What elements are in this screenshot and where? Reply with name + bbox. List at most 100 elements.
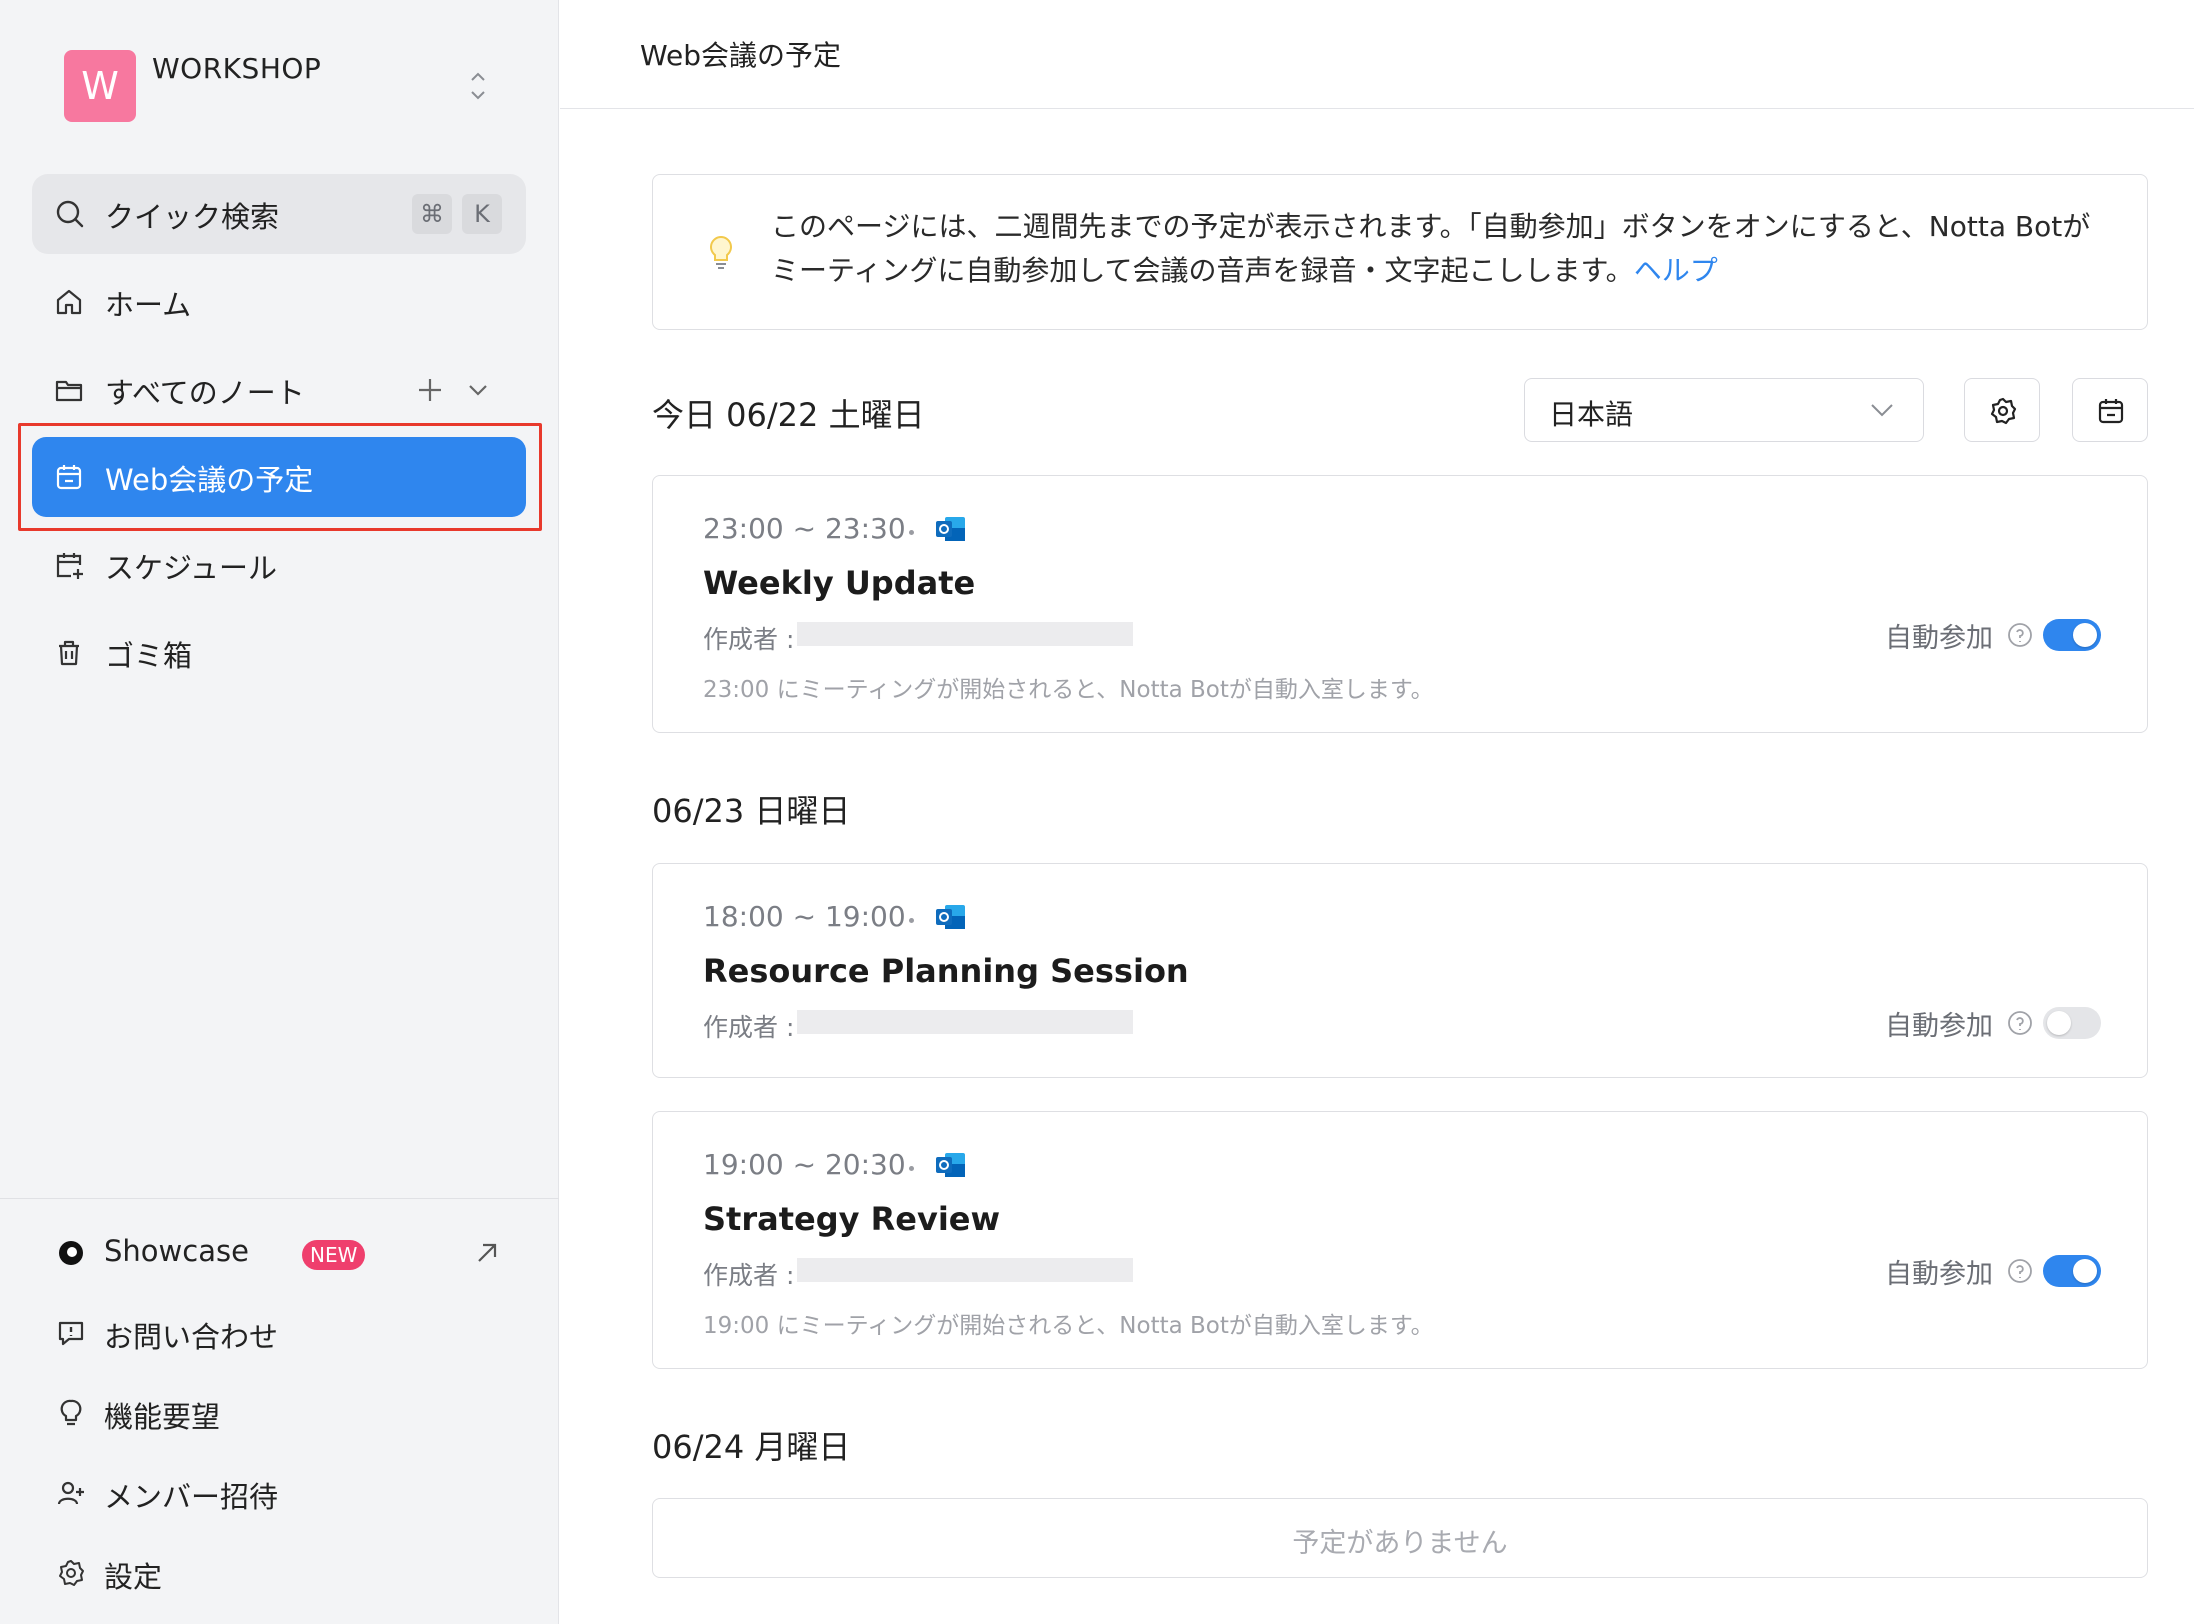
calendar-edit-icon — [56, 553, 83, 579]
sidebar-item-label: お問い合わせ — [104, 1320, 279, 1354]
sidebar-divider — [0, 1198, 559, 1199]
sidebar-item-settings[interactable]: 設定 — [52, 1548, 522, 1598]
auto-join-toggle[interactable] — [2043, 1007, 2101, 1039]
event-time: 23:00 ~ 23:30 — [703, 512, 906, 545]
folder-icon — [55, 380, 83, 402]
sidebar-item-label: ホーム — [105, 288, 192, 322]
event-card[interactable]: 23:00 ~ 23:30 Weekly Update 作成者 : 23:00 … — [652, 475, 2148, 733]
sidebar-item-label: メンバー招待 — [104, 1480, 279, 1514]
info-line-2: ミーティングに自動参加して会議の音声を録音・文字起こしします。 — [771, 254, 1634, 287]
event-card[interactable]: 19:00 ~ 20:30 Strategy Review 作成者 : 19:0… — [652, 1111, 2148, 1369]
redacted-creator — [797, 622, 1133, 646]
event-title: Strategy Review — [703, 1200, 1001, 1238]
showcase-logo-icon — [59, 1241, 83, 1265]
sidebar-item-schedule[interactable]: スケジュール — [32, 525, 526, 605]
sidebar-item-label: Web会議の予定 — [105, 463, 314, 497]
help-link[interactable]: ヘルプ — [1634, 254, 1718, 287]
top-bar: Web会議の予定 — [560, 0, 2194, 109]
separator-dot — [909, 530, 914, 535]
day-heading: 06/23 日曜日 — [652, 792, 851, 830]
event-creator-label: 作成者 : — [703, 1261, 795, 1290]
page-title: Web会議の予定 — [640, 39, 842, 72]
info-banner: このページには、二週間先までの予定が表示されます。「自動参加」ボタンをオンにする… — [652, 174, 2148, 330]
question-circle-icon[interactable] — [2007, 622, 2033, 648]
redacted-creator — [797, 1258, 1133, 1282]
redacted-creator — [797, 1010, 1133, 1034]
question-circle-icon[interactable] — [2007, 1258, 2033, 1284]
empty-schedule: 予定がありません — [652, 1498, 2148, 1578]
search-icon — [56, 200, 84, 228]
question-circle-icon[interactable] — [2007, 1010, 2033, 1036]
event-card[interactable]: 18:00 ~ 19:00 Resource Planning Session … — [652, 863, 2148, 1078]
sidebar-item-label: すべてのノート — [105, 376, 305, 410]
event-title: Resource Planning Session — [703, 952, 1189, 990]
new-badge: NEW — [302, 1240, 366, 1270]
user-plus-icon — [57, 1481, 84, 1505]
event-creator-label: 作成者 : — [703, 625, 795, 654]
language-select[interactable]: 日本語 — [1524, 378, 1924, 442]
language-select-value: 日本語 — [1549, 398, 1634, 431]
sidebar-item-label: ゴミ箱 — [105, 639, 193, 673]
workspace-switcher[interactable]: W WORKSHOP — [64, 50, 504, 122]
event-note: 23:00 にミーティングが開始されると、Notta Botが自動入室します。 — [703, 677, 1434, 703]
separator-dot — [909, 918, 914, 923]
info-line-1: このページには、二週間先までの予定が表示されます。「自動参加」ボタンをオンにする… — [771, 210, 2091, 243]
event-title: Weekly Update — [703, 564, 976, 602]
quick-search-label: クイック検索 — [105, 200, 280, 234]
sidebar-item-all-notes[interactable]: すべてのノート — [32, 350, 526, 430]
chevron-up-down-icon — [471, 72, 485, 100]
event-note: 19:00 にミーティングが開始されると、Notta Botが自動入室します。 — [703, 1313, 1434, 1339]
chevron-down-icon[interactable] — [462, 374, 494, 406]
sidebar-item-showcase[interactable]: Showcase NEW — [52, 1228, 522, 1278]
shortcut-cmd-key: ⌘ — [412, 194, 452, 234]
auto-join-label: 自動参加 — [1885, 1259, 1993, 1290]
event-creator-label: 作成者 : — [703, 1013, 795, 1042]
workspace-avatar: W — [64, 50, 136, 122]
lightbulb-icon — [60, 1399, 82, 1426]
toggle-knob — [2073, 623, 2097, 647]
quick-search-button[interactable]: クイック検索 ⌘ K — [32, 174, 526, 254]
gear-icon — [1990, 397, 2017, 425]
sidebar-item-trash[interactable]: ゴミ箱 — [32, 613, 526, 693]
toggle-knob — [2047, 1011, 2071, 1035]
sidebar-item-meetings[interactable]: Web会議の予定 — [32, 437, 526, 517]
message-alert-icon — [58, 1321, 84, 1346]
external-link-arrow-icon — [478, 1243, 497, 1262]
separator-dot — [909, 1166, 914, 1171]
auto-join-label: 自動参加 — [1885, 623, 1993, 654]
outlook-icon — [936, 1153, 965, 1177]
settings-button[interactable] — [1964, 378, 2040, 442]
outlook-icon — [936, 517, 965, 541]
plus-icon[interactable] — [414, 374, 446, 406]
sidebar-item-home[interactable]: ホーム — [32, 262, 526, 342]
auto-join-toggle[interactable] — [2043, 1255, 2101, 1287]
sidebar: W WORKSHOP クイック検索 ⌘ K ホーム すべてのノート Web会議の… — [0, 0, 559, 1624]
sidebar-item-label: 設定 — [104, 1560, 163, 1594]
workspace-name: WORKSHOP — [152, 52, 322, 85]
empty-schedule-label: 予定がありません — [1292, 1528, 1508, 1559]
sidebar-item-label: スケジュール — [105, 551, 277, 585]
outlook-icon — [936, 905, 965, 929]
info-text: このページには、二週間先までの予定が表示されます。「自動参加」ボタンをオンにする… — [771, 205, 2111, 293]
toggle-knob — [2073, 1259, 2097, 1283]
event-time: 18:00 ~ 19:00 — [703, 900, 906, 933]
calendar-icon — [2098, 399, 2124, 424]
gear-icon — [59, 1560, 84, 1586]
home-icon — [56, 289, 82, 315]
sidebar-item-label: Showcase — [104, 1234, 249, 1268]
chevron-down-icon — [1871, 404, 1893, 417]
sidebar-item-invite[interactable]: メンバー招待 — [52, 1468, 522, 1518]
day-heading-today: 今日 06/22 土曜日 — [652, 396, 925, 434]
sidebar-item-feature-request[interactable]: 機能要望 — [52, 1388, 522, 1438]
trash-icon — [59, 640, 79, 666]
shortcut-k-key: K — [462, 194, 502, 234]
auto-join-label: 自動参加 — [1885, 1011, 1993, 1042]
calendar-button[interactable] — [2072, 378, 2148, 442]
sidebar-item-contact[interactable]: お問い合わせ — [52, 1308, 522, 1358]
day-heading: 06/24 月曜日 — [652, 1428, 851, 1466]
sidebar-item-label: 機能要望 — [104, 1400, 221, 1434]
lightbulb-icon — [710, 235, 732, 269]
calendar-icon — [56, 465, 82, 490]
auto-join-toggle[interactable] — [2043, 619, 2101, 651]
event-time: 19:00 ~ 20:30 — [703, 1148, 906, 1181]
